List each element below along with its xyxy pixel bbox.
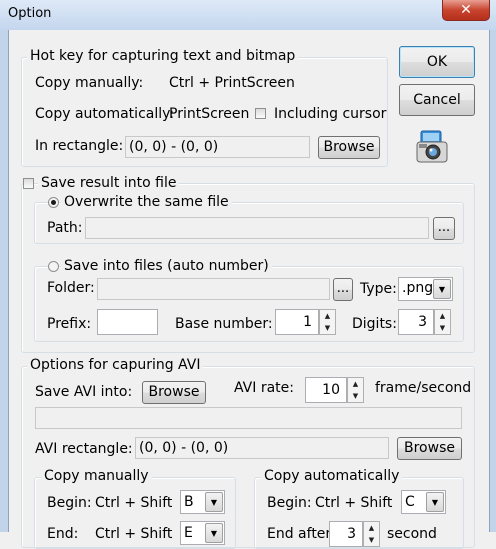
avi-rate-input[interactable]: 10 [305,377,347,403]
avi-copy-manually-title: Copy manually [41,468,152,484]
digits-label: Digits: [352,316,397,332]
copy-automatically-value: PrintScreen [169,106,250,122]
avi-auto-end-input[interactable]: 3 [329,521,363,547]
digits-spinner[interactable]: ▲ ▼ [434,309,451,335]
path-label: Path: [47,220,83,236]
prefix-input[interactable] [97,309,158,335]
avi-rectangle-label: AVI rectangle: [35,441,133,457]
save-result-label: Save result into file [38,175,180,191]
ok-button[interactable]: OK [399,46,475,78]
auto-number-label: Save into files (auto number) [61,258,272,274]
avi-group-title: Options for capuring AVI [27,357,204,373]
avi-manual-end-keys: Ctrl + Shift [95,526,173,542]
in-rectangle-field: (0, 0) - (0, 0) [125,136,310,158]
spin-down-icon[interactable]: ▼ [320,322,335,334]
copy-automatically-label: Copy automatically: [35,106,175,122]
hotkey-group-title: Hot key for capturing text and bitmap [27,48,299,64]
including-cursor-checkbox[interactable] [255,108,266,119]
avi-manual-end-select[interactable]: E ▼ [180,521,225,545]
overwrite-label: Overwrite the same file [61,194,232,210]
avi-manual-begin-select[interactable]: B ▼ [180,490,225,514]
folder-field [97,278,330,300]
avi-copy-auto-title: Copy automatically [261,468,403,484]
avi-auto-end-spinner[interactable]: ▲ ▼ [363,521,380,547]
avi-auto-end-label: End after [267,526,332,542]
auto-number-radio[interactable] [48,261,59,272]
close-button[interactable]: ✕ [442,0,490,21]
avi-manual-begin-label: Begin: [47,495,92,511]
copy-manually-label: Copy manually: [35,75,144,91]
avi-browse-button[interactable]: Browse [142,381,206,404]
spin-down-icon[interactable]: ▼ [348,390,363,402]
base-number-input[interactable]: 1 [275,309,319,335]
spin-up-icon[interactable]: ▲ [364,522,379,534]
chevron-down-icon: ▼ [205,492,223,512]
path-field [85,217,429,239]
avi-auto-begin-label: Begin: [267,495,312,511]
prefix-label: Prefix: [47,316,92,332]
camera-icon [415,130,449,164]
in-rectangle-label: In rectangle: [35,138,124,154]
copy-manually-value: Ctrl + PrintScreen [169,75,295,91]
avi-rectangle-field: (0, 0) - (0, 0) [135,437,389,459]
base-number-spinner[interactable]: ▲ ▼ [319,309,336,335]
type-label: Type: [360,281,397,297]
path-browse-button[interactable]: ... [433,217,455,240]
rectangle-browse-button[interactable]: Browse [318,136,380,159]
overwrite-radio[interactable] [48,197,59,208]
chevron-down-icon: ▼ [433,279,451,299]
base-number-label: Base number: [175,316,273,332]
spin-up-icon[interactable]: ▲ [320,310,335,322]
folder-browse-button[interactable]: ... [333,278,353,301]
avi-auto-begin-keys: Ctrl + Shift [315,495,393,511]
cancel-button[interactable]: Cancel [399,84,475,116]
avi-auto-end-unit: second [387,526,437,542]
chevron-down-icon: ▼ [205,523,223,543]
window-title: Option [8,6,52,21]
save-result-checkbox[interactable] [23,178,34,189]
spin-down-icon[interactable]: ▼ [435,322,450,334]
spin-up-icon[interactable]: ▲ [348,378,363,390]
type-select[interactable]: .png ▼ [398,277,453,301]
digits-input[interactable]: 3 [398,309,434,335]
close-icon: ✕ [460,2,472,18]
avi-rate-spinner[interactable]: ▲ ▼ [347,377,364,403]
avi-manual-end-label: End: [47,526,79,542]
chevron-down-icon: ▼ [426,492,444,512]
avi-manual-begin-keys: Ctrl + Shift [95,495,173,511]
spin-up-icon[interactable]: ▲ [435,310,450,322]
avi-path-field [35,407,462,429]
dialog-client: OK Cancel Hot key for capturing text and… [8,30,490,549]
folder-label: Folder: [47,280,95,296]
save-avi-label: Save AVI into: [35,384,133,400]
avi-rectangle-browse-button[interactable]: Browse [397,437,462,460]
spin-down-icon[interactable]: ▼ [364,534,379,546]
including-cursor-label: Including cursor [274,106,387,122]
title-bar: Option ✕ [0,0,496,30]
avi-rate-unit: frame/second [375,380,472,396]
avi-auto-begin-select[interactable]: C ▼ [401,490,446,514]
avi-rate-label: AVI rate: [234,380,294,396]
